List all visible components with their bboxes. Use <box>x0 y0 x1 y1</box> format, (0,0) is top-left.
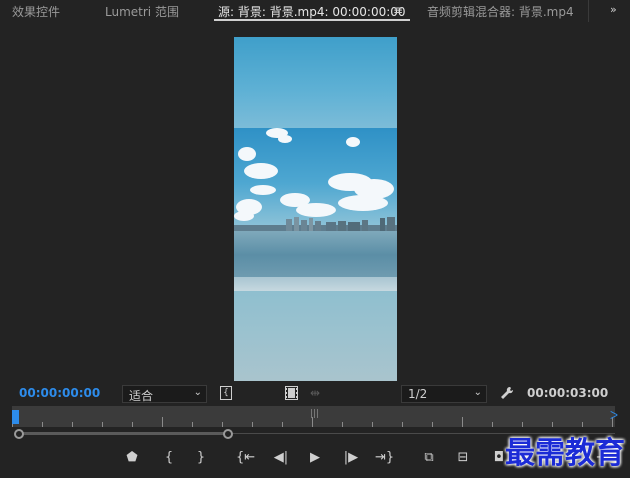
ruler-tick <box>42 422 43 427</box>
cloud <box>296 203 336 217</box>
overwrite-icon[interactable]: ⊟ <box>454 450 472 465</box>
zoom-handle-start[interactable] <box>14 429 24 439</box>
blurred-bottom-area <box>234 291 397 381</box>
cloud <box>346 137 360 147</box>
duration-timecode: 00:00:03:00 <box>527 386 609 400</box>
ruler-tick <box>102 422 103 427</box>
chevron-down-icon: ⌄ <box>473 387 482 398</box>
chevron-down-icon: ⌄ <box>193 387 202 398</box>
tab-audio-clip-mixer[interactable]: 音频剪辑混合器: 背景.mp4 <box>427 3 574 20</box>
ruler-tick <box>552 422 553 427</box>
audio-waveform-icon[interactable]: ⇹ <box>310 386 320 400</box>
playback-resolution-value: 1/2 <box>408 387 428 401</box>
ruler-tick <box>282 422 283 427</box>
ruler-tick <box>492 422 493 427</box>
tab-separator <box>588 0 589 22</box>
mark-in-icon[interactable]: { <box>160 450 178 465</box>
cloud <box>278 135 292 143</box>
video-preview[interactable] <box>234 37 397 381</box>
blurred-top-area <box>234 37 397 128</box>
cloud <box>250 185 276 195</box>
current-timecode[interactable]: 00:00:00:00 <box>19 386 100 400</box>
step-back-icon[interactable]: ◀| <box>272 450 290 465</box>
go-to-in-icon[interactable]: {⇤ <box>236 450 255 465</box>
ruler-tick <box>192 422 193 427</box>
insert-icon[interactable]: ⧉ <box>420 450 438 465</box>
ruler-tick <box>462 417 463 427</box>
ruler-tick <box>72 422 73 427</box>
tab-effect-controls[interactable]: 效果控件 <box>12 3 60 20</box>
ruler-tick <box>222 422 223 427</box>
city-skyline <box>234 217 397 231</box>
cloud <box>244 163 278 179</box>
safe-margins-icon[interactable]: { <box>220 386 232 400</box>
ruler-tick <box>522 422 523 427</box>
step-forward-icon[interactable]: |▶ <box>342 450 360 465</box>
film-strip-icon[interactable] <box>285 386 298 400</box>
mark-out-icon[interactable]: } <box>192 450 210 465</box>
ruler-tick <box>342 422 343 427</box>
zoom-level-select[interactable]: 适合 ⌄ <box>122 385 207 403</box>
shore-area <box>234 277 397 291</box>
hamburger-icon[interactable]: ≡ <box>393 3 403 17</box>
ruler-tick <box>372 422 373 427</box>
double-chevron-right-icon[interactable]: » <box>610 3 617 16</box>
play-icon[interactable]: ▶ <box>306 450 324 465</box>
watermark-logo: 最需教育 <box>505 436 625 471</box>
tab-source-monitor[interactable]: 源: 背景: 背景.mp4: 00:00:00:00 <box>218 3 406 20</box>
cloud <box>238 147 256 161</box>
add-marker-icon[interactable]: ⬟ <box>123 450 141 465</box>
playback-resolution-select[interactable]: 1/2 ⌄ <box>401 385 487 403</box>
zoom-scrollbar-range[interactable] <box>19 432 228 435</box>
ruler-tick <box>252 422 253 427</box>
ruler-tick <box>132 422 133 427</box>
panel-tab-bar: 效果控件 Lumetri 范围 源: 背景: 背景.mp4: 00:00:00:… <box>0 0 630 22</box>
zoom-handle-end[interactable] <box>222 429 233 439</box>
ruler-tick <box>402 422 403 427</box>
tab-lumetri-scopes[interactable]: Lumetri 范围 <box>105 3 179 20</box>
ruler-grip-icon[interactable]: ||| <box>310 409 319 419</box>
cloud <box>338 195 388 211</box>
playhead[interactable] <box>12 410 19 424</box>
ruler-tick <box>582 422 583 427</box>
wrench-icon[interactable] <box>500 386 514 400</box>
ruler-tick <box>162 417 163 427</box>
out-point-marker-icon: ᐳ <box>610 409 619 422</box>
go-to-out-icon[interactable]: ⇥} <box>375 450 394 465</box>
active-tab-indicator <box>214 19 410 21</box>
ruler-tick <box>432 422 433 427</box>
zoom-level-value: 适合 <box>129 389 154 403</box>
